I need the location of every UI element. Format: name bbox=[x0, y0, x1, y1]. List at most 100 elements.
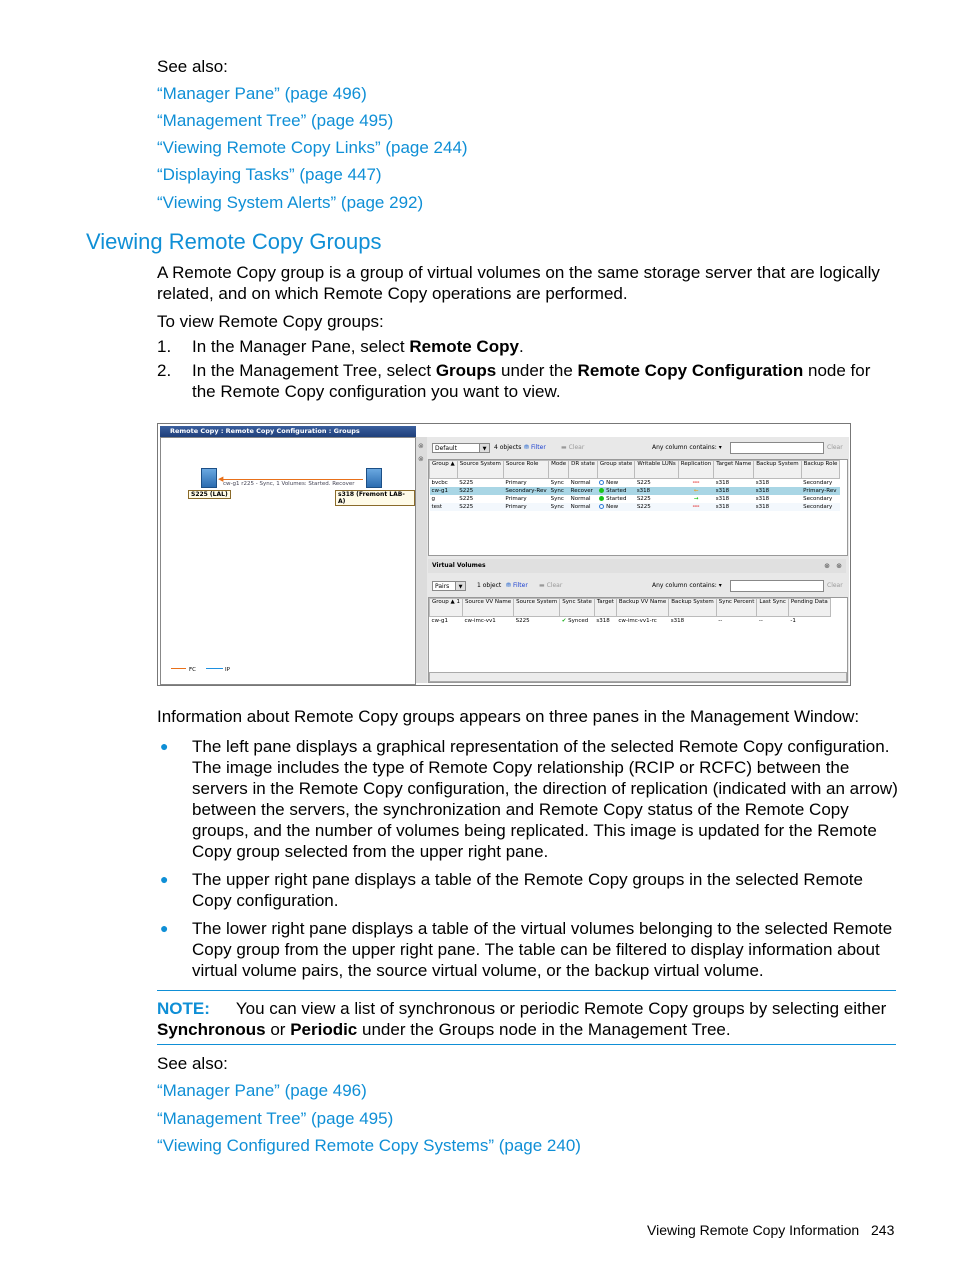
status-new-icon bbox=[599, 504, 605, 509]
column-header[interactable]: Replication bbox=[677, 460, 715, 479]
column-header[interactable]: Source Role bbox=[502, 460, 550, 479]
column-header[interactable]: DR state bbox=[568, 460, 598, 479]
column-header[interactable]: Group ▲ 1 bbox=[429, 598, 463, 617]
source-system-cell: S225 bbox=[459, 480, 474, 486]
volumes-table: Group ▲ 1 Source VV Name Source System Sync… bbox=[428, 597, 848, 683]
volumes-view-select[interactable]: Pairs ▼ bbox=[432, 581, 466, 591]
table-row[interactable]: g S225 Primary Sync Normal Started S225 → s318 s… bbox=[430, 495, 840, 503]
bullet-icon: ● bbox=[160, 738, 169, 754]
source-role-cell: Primary bbox=[503, 503, 549, 511]
group-cell: bvcbc bbox=[431, 480, 448, 486]
legend-fc-line bbox=[171, 668, 186, 669]
replication-reverse-icon: ← bbox=[693, 488, 699, 494]
group-state-cell: Started bbox=[597, 495, 634, 503]
backup-role-cell: Secondary bbox=[803, 480, 833, 486]
writable-luns-cell: S225 bbox=[634, 503, 679, 511]
column-header[interactable]: Backup System bbox=[668, 598, 717, 617]
source-role-cell: Primary bbox=[505, 480, 527, 486]
link-manager-pane-bottom[interactable]: “Manager Pane” (page 496) bbox=[157, 1080, 367, 1101]
replication-cell: ╍╍ bbox=[678, 503, 714, 511]
dr-state-cell: Recover bbox=[568, 487, 598, 495]
groups-filter-button[interactable]: ⛃ Filter bbox=[524, 444, 546, 451]
groups-search-input[interactable] bbox=[730, 442, 824, 454]
column-header[interactable]: Backup VV Name bbox=[615, 598, 670, 617]
dr-state-cell: Normal bbox=[568, 503, 598, 511]
server-icon-right bbox=[366, 468, 382, 488]
link-displaying-tasks[interactable]: “Displaying Tasks” (page 447) bbox=[157, 164, 382, 185]
replication-forward-icon: → bbox=[693, 496, 699, 502]
writable-luns-cell: S225 bbox=[636, 496, 651, 502]
source-system-cell: S225 bbox=[459, 496, 474, 502]
column-header[interactable]: Last Sync bbox=[756, 598, 789, 617]
column-header[interactable]: Target bbox=[593, 598, 617, 617]
backup-role-cell: Secondary bbox=[801, 503, 840, 511]
target-name-cell: s318 bbox=[713, 487, 754, 495]
replication-cell: ← bbox=[678, 487, 714, 495]
collapse-icon[interactable]: ⊗ bbox=[418, 442, 424, 450]
server-icon-left bbox=[201, 468, 217, 488]
status-new-icon bbox=[599, 480, 605, 485]
step-1-number: 1. bbox=[157, 337, 172, 356]
link-viewing-configured-systems[interactable]: “Viewing Configured Remote Copy Systems”… bbox=[157, 1135, 581, 1156]
volumes-clear-button[interactable]: ▬ Clear bbox=[539, 582, 562, 589]
left-server-label[interactable]: S225 (LAL) bbox=[188, 490, 231, 499]
column-header[interactable]: Sync Percent bbox=[715, 598, 758, 617]
backup-system-cell: s318 bbox=[753, 487, 802, 495]
right-server-label[interactable]: s318 (Fremont LAB-A) bbox=[335, 490, 415, 506]
check-icon: ✔ bbox=[561, 618, 567, 624]
mode-cell: Sync bbox=[548, 503, 569, 511]
column-header[interactable]: Mode bbox=[548, 460, 570, 479]
group-cell: cw-g1 bbox=[429, 487, 458, 495]
last-sync-cell: -- bbox=[758, 618, 763, 624]
link-management-tree-bottom[interactable]: “Management Tree” (page 495) bbox=[157, 1108, 393, 1129]
groups-clear-button[interactable]: ▬ Clear bbox=[561, 444, 584, 451]
column-header[interactable]: Source System bbox=[456, 460, 504, 479]
column-header[interactable]: Pending Data bbox=[787, 598, 831, 617]
backup-role-cell: Secondary bbox=[803, 496, 833, 502]
replication-cell: ╍╍ bbox=[678, 479, 713, 488]
link-viewing-system-alerts[interactable]: “Viewing System Alerts” (page 292) bbox=[157, 192, 423, 213]
info-lead: Information about Remote Copy groups app… bbox=[157, 707, 860, 726]
column-header[interactable]: Source System bbox=[513, 598, 561, 617]
table-row[interactable]: cw-g1 S225 Secondary-Rev Sync Recover Starte… bbox=[429, 487, 840, 495]
link-manager-pane[interactable]: “Manager Pane” (page 496) bbox=[157, 83, 367, 104]
horizontal-scrollbar[interactable] bbox=[429, 672, 847, 682]
column-header[interactable]: Sync State bbox=[559, 598, 595, 617]
volumes-filter-button[interactable]: ⛃ Filter bbox=[506, 582, 528, 589]
volumes-search-clear[interactable]: Clear bbox=[827, 582, 843, 589]
table-row[interactable]: test S225 Primary Sync Normal New S225 ╍╍ s318 s… bbox=[429, 503, 840, 511]
group-cell: g bbox=[431, 496, 436, 502]
table-row[interactable]: bvcbc S225 Primary Sync Normal New S225 ╍╍ s318… bbox=[430, 479, 840, 488]
dr-state-cell: Normal bbox=[570, 496, 591, 502]
column-header[interactable]: Source VV Name bbox=[461, 598, 515, 617]
link-management-tree[interactable]: “Management Tree” (page 495) bbox=[157, 110, 393, 131]
group-state-cell: New bbox=[597, 479, 634, 488]
groups-view-select[interactable]: Default ▼ bbox=[432, 443, 490, 453]
backup-system-cell: s318 bbox=[755, 480, 770, 486]
pending-data-cell: -1 bbox=[790, 618, 796, 624]
sync-percent-cell: -- bbox=[718, 618, 723, 624]
legend-fc-label: FC bbox=[189, 667, 197, 673]
column-header[interactable]: Backup System bbox=[753, 460, 802, 479]
column-header[interactable]: Group state bbox=[596, 460, 636, 479]
column-header[interactable]: Writable LUNs bbox=[634, 460, 679, 479]
note-box: NOTE: You can view a list of synchronous … bbox=[157, 990, 896, 1045]
column-header[interactable]: Target Name bbox=[713, 460, 755, 479]
collapse-pane-icon[interactable]: ⊗ bbox=[824, 559, 830, 573]
table-row[interactable]: cw-g1 cw-imc-vv1 S225 ✔ Synced s318 cw-imc-vv… bbox=[430, 617, 831, 626]
volumes-search-input[interactable] bbox=[730, 580, 824, 592]
source-system-cell: S225 bbox=[515, 618, 530, 624]
column-header[interactable]: Backup Role bbox=[800, 460, 841, 479]
diagram-pane: ◀ cw-g1 r225 - Sync, 1 Volumes: Started.… bbox=[160, 437, 416, 685]
link-viewing-remote-copy-links[interactable]: “Viewing Remote Copy Links” (page 244) bbox=[157, 137, 468, 158]
legend-ip-line bbox=[206, 668, 223, 669]
group-cell: test bbox=[429, 503, 458, 511]
expand-icon[interactable]: ⊗ bbox=[418, 455, 424, 463]
footer-section: Viewing Remote Copy Information bbox=[647, 1222, 860, 1238]
groups-search-clear[interactable]: Clear bbox=[827, 444, 843, 451]
expand-pane-icon[interactable]: ⊗ bbox=[836, 559, 842, 573]
groups-table: Group ▲ Source System Source Role Mode DR st… bbox=[428, 459, 848, 556]
page-number: 243 bbox=[871, 1222, 895, 1238]
right-pane: ⊗ ⊗ Default ▼ 4 objects ⛃ Filter ▬ Clear … bbox=[416, 437, 849, 683]
column-header[interactable]: Group ▲ bbox=[429, 460, 458, 479]
